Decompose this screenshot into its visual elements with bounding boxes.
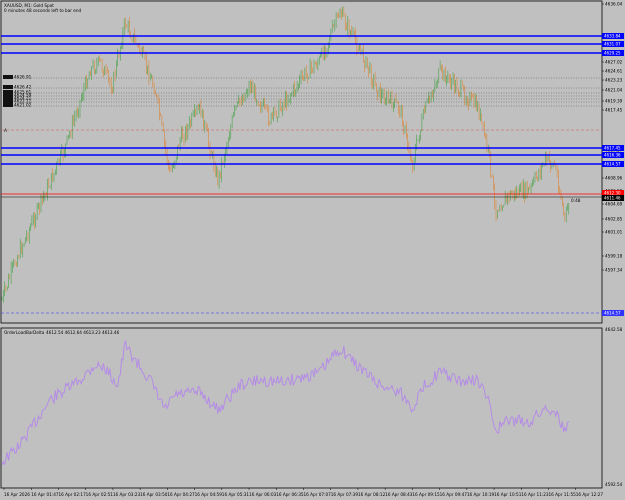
time-tick-label: 16 Apr 03:50 bbox=[140, 492, 168, 497]
price-tick-label: 4601.01 bbox=[605, 230, 623, 235]
object-label: 4621.02 bbox=[14, 103, 32, 108]
price-tick-label: 4608.96 bbox=[605, 176, 623, 181]
object-marker bbox=[3, 85, 13, 89]
time-tick-label: 16 Apr 09:47 bbox=[440, 492, 468, 497]
price-chart[interactable]: XAUUSD, M1: Gold Spot 0 minutes 48 secon… bbox=[0, 0, 625, 500]
time-tick-label: 16 Apr 02:51 bbox=[86, 492, 114, 497]
object-marker bbox=[3, 99, 13, 103]
time-tick-label: 16 Apr 12:27 bbox=[576, 492, 604, 497]
indicator-values: 4612.54 4612.64 4613.23 4613.46 bbox=[46, 330, 120, 335]
level-price-label-text: 4617.45 bbox=[604, 146, 621, 151]
time-tick-label: 16 Apr 06:03 bbox=[249, 492, 277, 497]
time-tick-label: 16 Apr 09:15 bbox=[412, 492, 440, 497]
price-tick-label: 4636.04 bbox=[605, 2, 623, 7]
time-tick-label: 16 Apr 11:55 bbox=[549, 492, 577, 497]
price-tick-label: 4627.02 bbox=[605, 60, 623, 65]
trading-terminal: XAUUSD, M1: Gold Spot 0 minutes 48 secon… bbox=[0, 0, 625, 500]
time-tick-label: 16 Apr 06:35 bbox=[276, 492, 304, 497]
time-tick-label: 16 Apr 02:17 bbox=[58, 492, 86, 497]
time-tick-label: 16 Apr 2026 bbox=[4, 492, 30, 497]
main-chart-window[interactable] bbox=[0, 0, 603, 324]
level-price-label-text: 4614.57 bbox=[604, 162, 621, 167]
price-tick-label: 4604.69 bbox=[605, 202, 623, 207]
object-marker bbox=[3, 75, 13, 79]
object-marker bbox=[3, 103, 13, 107]
indicator-name: OrderLoadBarDelta bbox=[4, 330, 45, 335]
dashed-price-label-text: 4614.57 bbox=[604, 311, 621, 316]
time-axis: 16 Apr 2026 16 Apr 01:47 16 Apr 02:17 16 Ap… bbox=[3, 488, 604, 497]
time-tick-label: 16 Apr 03:23 bbox=[113, 492, 141, 497]
indicator-window[interactable] bbox=[0, 327, 603, 489]
indicator-axis-bottom: 4592.54 bbox=[605, 482, 623, 487]
price-tick-label: 4623.23 bbox=[605, 78, 623, 83]
time-tick-label: 16 Apr 07:07 bbox=[303, 492, 331, 497]
level-price-label-text: 4616.36 bbox=[604, 153, 621, 158]
price-tick-label: 4617.45 bbox=[605, 108, 623, 113]
time-tick-label: 16 Apr 05:31 bbox=[222, 492, 250, 497]
time-tick-label: 16 Apr 08:43 bbox=[385, 492, 413, 497]
price-tick-label: 4597.34 bbox=[605, 268, 623, 273]
price-tick-label: 4599.18 bbox=[605, 254, 623, 259]
indicator-axis-top: 4642.58 bbox=[605, 327, 623, 332]
price-tick-label: 4602.85 bbox=[605, 217, 623, 222]
price-axis: 4636.04 4633.84 4631.07 4629.25 4627.02 4624.… bbox=[602, 2, 624, 316]
countdown-label: 0:48 bbox=[571, 198, 581, 203]
time-tick-label: 16 Apr 04:27 bbox=[167, 492, 195, 497]
time-tick-label: 16 Apr 07:39 bbox=[331, 492, 359, 497]
time-tick-label: 16 Apr 08:12 bbox=[358, 492, 386, 497]
level-price-label-text: 4633.84 bbox=[604, 34, 621, 39]
price-tick-label: 4619.39 bbox=[605, 99, 623, 104]
level-price-label-text: 4629.25 bbox=[604, 51, 621, 56]
level-marker-a: A bbox=[4, 128, 7, 133]
price-tick-label: 4621.04 bbox=[605, 88, 623, 93]
object-label: 4626.91 bbox=[14, 75, 32, 80]
price-tick-label: 4624.61 bbox=[605, 69, 623, 74]
current-price-label-text: 4611.46 bbox=[604, 196, 621, 201]
time-tick-label: 16 Apr 11:23 bbox=[521, 492, 549, 497]
time-tick-label: 16 Apr 04:59 bbox=[195, 492, 223, 497]
time-tick-label: 16 Apr 10:51 bbox=[494, 492, 522, 497]
time-tick-label: 16 Apr 10:19 bbox=[467, 492, 495, 497]
time-tick-label: 16 Apr 01:47 bbox=[31, 492, 59, 497]
level-price-label-text: 4631.07 bbox=[604, 42, 621, 47]
timer-text: 0 minutes 48 seconds left to bar end bbox=[4, 8, 82, 13]
